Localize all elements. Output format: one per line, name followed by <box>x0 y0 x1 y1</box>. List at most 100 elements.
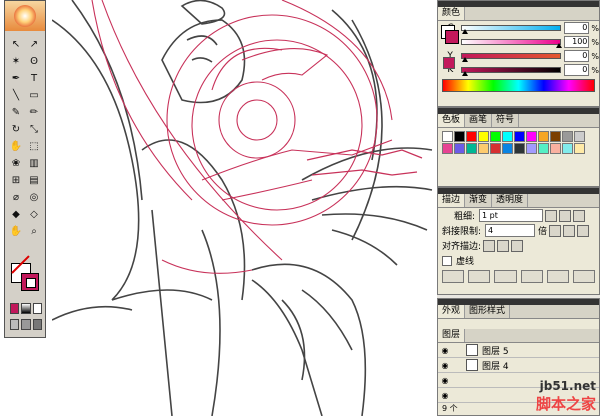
gap-field[interactable] <box>468 270 491 283</box>
join-round-button[interactable] <box>563 224 576 237</box>
swatch[interactable] <box>490 143 501 154</box>
visibility-eye-icon[interactable]: ◉ <box>438 346 452 355</box>
out-of-gamut-chip[interactable] <box>443 57 455 69</box>
tab-gradient[interactable]: 渐变 <box>465 194 493 207</box>
line-tool-icon[interactable]: ╲ <box>8 88 24 102</box>
direct-selection-tool-icon[interactable]: ↗ <box>26 37 42 51</box>
cap-square-button[interactable] <box>573 209 586 222</box>
artboard-canvas[interactable] <box>52 0 437 416</box>
fill-stroke-swatches[interactable] <box>11 263 43 295</box>
slider-track-c[interactable] <box>461 25 562 34</box>
gradient-tool-icon[interactable]: ▤ <box>26 173 42 187</box>
cap-round-button[interactable] <box>559 209 572 222</box>
layer-row[interactable]: ◉ 图层 5 <box>438 343 599 358</box>
tab-symbols[interactable]: 符号 <box>492 114 520 127</box>
none-mode-button[interactable] <box>32 303 42 314</box>
pencil-tool-icon[interactable]: ✏ <box>26 105 42 119</box>
swatch[interactable] <box>490 131 501 142</box>
swatch[interactable] <box>454 131 465 142</box>
slider-track-y[interactable] <box>461 53 562 62</box>
stroke-color-chip[interactable] <box>445 30 459 44</box>
slider-knob-y[interactable] <box>462 57 469 62</box>
tab-layers[interactable]: 图层 <box>438 329 466 342</box>
live-paint-select-tool-icon[interactable]: ◇ <box>26 207 42 221</box>
dash-field[interactable] <box>442 270 465 283</box>
swatch[interactable] <box>502 131 513 142</box>
swatch[interactable] <box>442 131 453 142</box>
swatch[interactable] <box>550 131 561 142</box>
slider-track-m[interactable] <box>461 39 563 48</box>
slider-knob-c[interactable] <box>462 29 469 34</box>
tab-appearance[interactable]: 外观 <box>438 305 466 318</box>
swatch[interactable] <box>454 143 465 154</box>
slider-knob-m[interactable] <box>556 43 563 48</box>
rectangle-tool-icon[interactable]: ▭ <box>26 88 42 102</box>
symbol-sprayer-tool-icon[interactable]: ❀ <box>8 156 24 170</box>
swatch[interactable] <box>466 143 477 154</box>
swatch[interactable] <box>478 143 489 154</box>
magic-wand-tool-icon[interactable]: ✶ <box>8 54 24 68</box>
graph-tool-icon[interactable]: ▥ <box>26 156 42 170</box>
tab-graphic-styles[interactable]: 图形样式 <box>465 305 511 318</box>
dash-field[interactable] <box>546 270 569 283</box>
swatch[interactable] <box>442 143 453 154</box>
dash-field[interactable] <box>494 270 517 283</box>
swatch[interactable] <box>478 131 489 142</box>
tab-color[interactable]: 颜色 <box>438 7 466 20</box>
pen-tool-icon[interactable]: ✒ <box>8 71 24 85</box>
layer-name[interactable]: 图层 5 <box>482 344 509 357</box>
screen-mode-full-button[interactable] <box>21 319 31 330</box>
zoom-tool-icon[interactable]: ⌕ <box>26 224 42 238</box>
cap-butt-button[interactable] <box>545 209 558 222</box>
layer-row[interactable]: ◉ 图层 4 <box>438 358 599 373</box>
visibility-eye-icon[interactable]: ◉ <box>438 376 452 385</box>
miter-field[interactable]: 4 <box>485 224 536 237</box>
visibility-eye-icon[interactable]: ◉ <box>438 361 452 370</box>
layer-name[interactable]: 图层 4 <box>482 359 509 372</box>
screen-mode-normal-button[interactable] <box>10 319 20 330</box>
align-outside-button[interactable] <box>511 239 524 252</box>
slider-value-c[interactable]: 0 <box>564 22 590 34</box>
swatch[interactable] <box>466 131 477 142</box>
swatch[interactable] <box>562 143 573 154</box>
visibility-eye-icon[interactable]: ◉ <box>438 391 452 400</box>
gradient-mode-button[interactable] <box>21 303 31 314</box>
lasso-tool-icon[interactable]: ʘ <box>26 54 42 68</box>
slider-value-y[interactable]: 0 <box>564 50 590 62</box>
blend-tool-icon[interactable]: ◎ <box>26 190 42 204</box>
slider-value-k[interactable]: 0 <box>564 64 590 76</box>
swatch[interactable] <box>526 131 537 142</box>
swatch[interactable] <box>514 131 525 142</box>
align-center-button[interactable] <box>483 239 496 252</box>
swatch[interactable] <box>502 143 513 154</box>
swatch[interactable] <box>550 143 561 154</box>
join-bevel-button[interactable] <box>577 224 590 237</box>
swatch[interactable] <box>538 143 549 154</box>
color-spectrum-bar[interactable] <box>442 79 595 92</box>
slider-value-m[interactable]: 100 <box>564 36 590 48</box>
swatch[interactable] <box>562 131 573 142</box>
swatch[interactable] <box>574 131 585 142</box>
tab-transparency[interactable]: 透明度 <box>492 194 529 207</box>
selection-tool-icon[interactable]: ↖ <box>8 37 24 51</box>
scale-tool-icon[interactable]: ⤡ <box>26 122 42 136</box>
swatch[interactable] <box>514 143 525 154</box>
free-transform-tool-icon[interactable]: ⬚ <box>26 139 42 153</box>
hand-tool-icon[interactable]: ✋ <box>8 224 24 238</box>
slider-knob-k[interactable] <box>462 71 469 76</box>
rotate-tool-icon[interactable]: ↻ <box>8 122 24 136</box>
stroke-swatch[interactable] <box>21 273 39 291</box>
type-tool-icon[interactable]: T <box>26 71 42 85</box>
tab-brushes[interactable]: 画笔 <box>465 114 493 127</box>
gap-field[interactable] <box>572 270 596 283</box>
screen-mode-fullscreen-button[interactable] <box>32 319 42 330</box>
tab-stroke[interactable]: 描边 <box>438 194 466 207</box>
mesh-tool-icon[interactable]: ⊞ <box>8 173 24 187</box>
paintbrush-tool-icon[interactable]: ✎ <box>8 105 24 119</box>
eyedropper-tool-icon[interactable]: ⌀ <box>8 190 24 204</box>
swatch[interactable] <box>538 131 549 142</box>
color-mode-button[interactable] <box>10 303 20 314</box>
weight-field[interactable]: 1 pt <box>479 209 544 222</box>
gap-field[interactable] <box>520 270 543 283</box>
align-inside-button[interactable] <box>497 239 510 252</box>
